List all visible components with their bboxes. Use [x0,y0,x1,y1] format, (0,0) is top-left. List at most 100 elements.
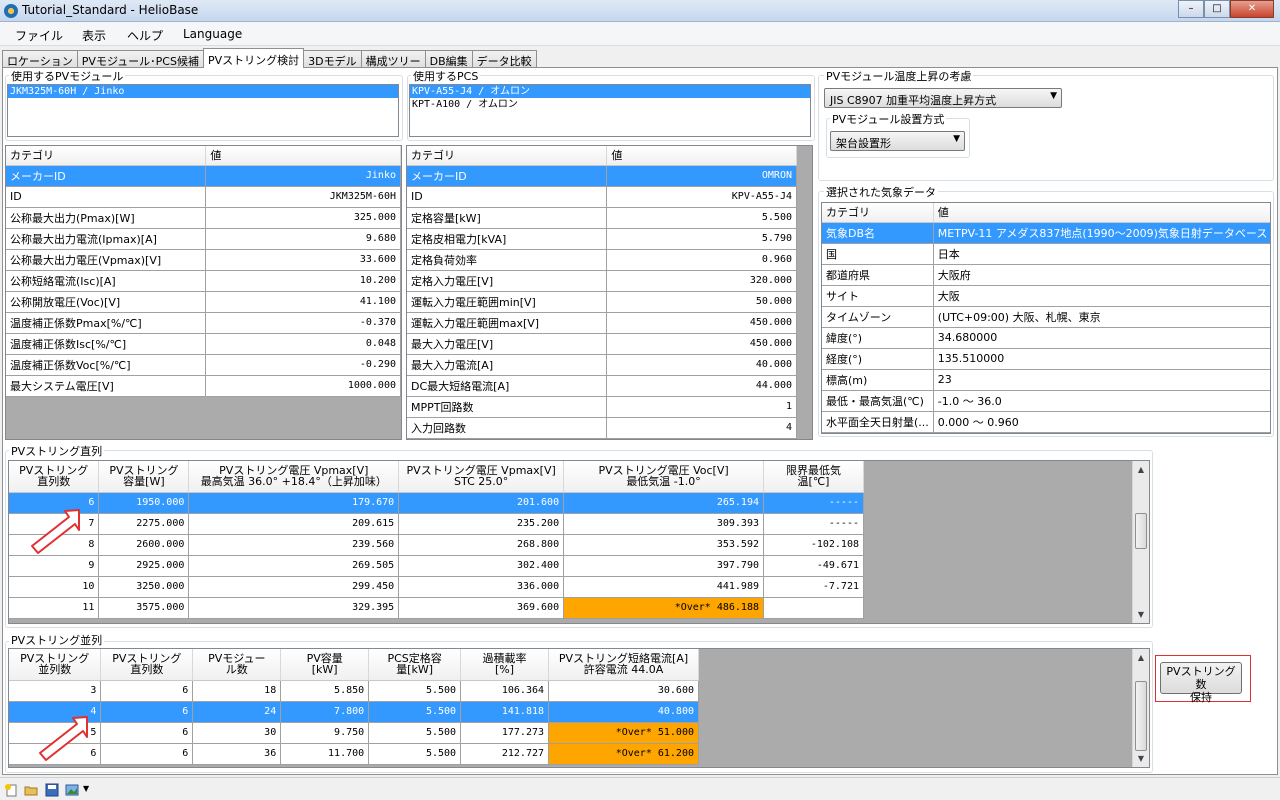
table-row[interactable]: ID KPV-A55-J4 [407,186,797,208]
menu-help[interactable]: ヘルプ [127,27,163,44]
minimize-button[interactable]: – [1178,0,1204,18]
table-row[interactable]: 9 2925.000 269.505 302.400 397.790 -49.671 [9,555,864,577]
column-header-value[interactable]: 値 [933,203,1270,223]
keep-string-count-button[interactable]: PVストリング数 保持 [1160,662,1242,704]
table-row[interactable]: 公称最大出力電圧(Vpmax)[V] 33.600 [6,249,401,271]
table-row[interactable]: 7 2275.000 209.615 235.200 309.393 ----- [9,513,864,535]
column-header[interactable]: PVストリング電圧 Vpmax[V] 最高気温 36.0° +18.4°（上昇加… [188,461,400,493]
table-row[interactable]: 公称短絡電流(Isc)[A] 10.200 [6,270,401,292]
column-header-value[interactable]: 値 [606,146,797,166]
column-header[interactable]: 限界最低気 温[℃] [763,461,864,493]
tab-config-tree[interactable]: 構成ツリー [360,50,426,68]
install-method-select[interactable]: 架台設置形 ▼ [830,131,965,151]
table-row[interactable]: 最大入力電圧[V] 450.000 [407,333,797,355]
column-header[interactable]: PVモジュー ル数 [192,649,282,681]
table-row[interactable]: 5 6 30 9.750 5.500 177.273 *Over* 51.000 [9,722,699,744]
table-row[interactable]: 最大入力電流[A] 40.000 [407,354,797,376]
table-row[interactable]: 緯度(°) 34.680000 [822,327,1270,349]
table-row[interactable]: 定格入力電圧[V] 320.000 [407,270,797,292]
table-row[interactable]: サイト 大阪 [822,285,1270,307]
close-button[interactable]: ✕ [1230,0,1274,18]
table-row[interactable]: ID JKM325M-60H [6,186,401,208]
column-header[interactable]: PVストリング短絡電流[A] 許容電流 44.0A [548,649,699,681]
table-row[interactable]: DC最大短絡電流[A] 44.000 [407,375,797,397]
table-row[interactable]: 11 3575.000 329.395 369.600 *Over* 486.188 [9,597,864,619]
column-header[interactable]: PVストリング電圧 Voc[V] 最低気温 -1.0° [563,461,764,493]
table-row[interactable]: 公称開放電圧(Voc)[V] 41.100 [6,291,401,313]
table-cell: 5.850 [280,680,370,702]
table-row[interactable]: 定格皮相電力[kVA] 5.790 [407,228,797,250]
table-row[interactable]: 経度(°) 135.510000 [822,348,1270,370]
tab-3d-model[interactable]: 3Dモデル [303,50,362,68]
column-header-category[interactable]: カテゴリ [6,146,207,166]
column-header-category[interactable]: カテゴリ [822,203,934,223]
table-row[interactable]: 運転入力電圧範囲max[V] 450.000 [407,312,797,334]
tab-data-compare[interactable]: データ比較 [471,50,537,68]
scrollbar-thumb[interactable] [1135,681,1147,751]
table-row[interactable]: 公称最大出力(Pmax)[W] 325.000 [6,207,401,229]
table-row[interactable]: メーカーID OMRON [407,165,797,187]
chevron-down-icon[interactable]: ▼ [83,784,89,793]
table-row[interactable]: 温度補正係数Voc[%/℃] -0.290 [6,354,401,376]
tab-string-study[interactable]: PVストリング検討 [202,48,305,68]
export-image-icon[interactable] [65,783,79,797]
column-header[interactable]: 過積載率 [%] [460,649,550,681]
tab-location[interactable]: ロケーション [2,50,78,68]
column-header[interactable]: PVストリング 直列数 [100,649,194,681]
table-row[interactable]: 最低・最高気温(℃) -1.0 〜 36.0 [822,390,1270,412]
menu-view[interactable]: 表示 [82,27,106,44]
table-row[interactable]: 運転入力電圧範囲min[V] 50.000 [407,291,797,313]
tab-db-edit[interactable]: DB編集 [424,50,473,68]
table-row[interactable]: 温度補正係数Isc[%/℃] 0.048 [6,333,401,355]
menu-file[interactable]: ファイル [15,27,63,44]
table-row[interactable]: メーカーID Jinko [6,165,401,187]
column-header[interactable]: PVストリング 並列数 [9,649,102,681]
scroll-up-icon[interactable]: ▲ [1134,650,1148,665]
table-row[interactable]: 10 3250.000 299.450 336.000 441.989 -7.721 [9,576,864,598]
maximize-button[interactable]: □ [1204,0,1230,18]
table-row[interactable]: 3 6 18 5.850 5.500 106.364 30.600 [9,680,699,702]
column-header[interactable]: PVストリング 直列数 [9,461,100,493]
open-folder-icon[interactable] [24,783,38,797]
table-row[interactable]: 国日本 [822,243,1270,265]
table-row[interactable]: 気象DB名 METPV-11 アメダス837地点(1990〜2009)気象日射デー… [822,222,1270,244]
scroll-down-icon[interactable]: ▼ [1134,607,1148,622]
table-row[interactable]: 6 6 36 11.700 5.500 212.727 *Over* 61.200 [9,743,699,765]
table-row[interactable]: 8 2600.000 239.560 268.800 353.592 -102.108 [9,534,864,556]
temperature-method-select[interactable]: JIS C8907 加重平均温度上昇方式 ▼ [824,88,1062,108]
pcs-list[interactable]: KPV-A55-J4 / オムロン KPT-A100 / オムロン [409,84,811,137]
table-row[interactable]: 公称最大出力電流(Ipmax)[A] 9.680 [6,228,401,250]
column-header[interactable]: PV容量 [kW] [280,649,370,681]
list-item[interactable]: JKM325M-60H / Jinko [8,85,398,98]
table-row[interactable]: 入力回路数 4 [407,417,797,439]
table-row[interactable]: 温度補正係数Pmax[%/℃] -0.370 [6,312,401,334]
new-file-icon[interactable] [4,783,18,797]
column-header-value[interactable]: 値 [205,146,401,166]
table-row[interactable]: MPPT回路数 1 [407,396,797,418]
table-row[interactable]: 6 1950.000 179.670 201.600 265.194 ----- [9,492,864,514]
table-row[interactable]: 4 6 24 7.800 5.500 141.818 40.800 [9,701,699,723]
parallel-scrollbar[interactable]: ▲ ▼ [1132,649,1149,767]
scroll-down-icon[interactable]: ▼ [1134,751,1148,766]
scrollbar-thumb[interactable] [1135,513,1147,549]
list-item[interactable]: KPT-A100 / オムロン [410,98,810,111]
list-item[interactable]: KPV-A55-J4 / オムロン [410,85,810,98]
table-row[interactable]: 標高(m) 23 [822,369,1270,391]
table-row[interactable]: 都道府県 大阪府 [822,264,1270,286]
series-scrollbar[interactable]: ▲ ▼ [1132,461,1149,623]
pv-module-list[interactable]: JKM325M-60H / Jinko [7,84,399,137]
table-cell: 30.600 [548,680,699,702]
column-header[interactable]: PCS定格容 量[kW] [368,649,462,681]
table-row[interactable]: 定格負荷効率 0.960 [407,249,797,271]
column-header-category[interactable]: カテゴリ [407,146,608,166]
column-header[interactable]: PVストリング 容量[W] [98,461,190,493]
save-icon[interactable] [45,783,59,797]
table-row[interactable]: 定格容量[kW] 5.500 [407,207,797,229]
table-row[interactable]: タイムゾーン (UTC+09:00) 大阪、札幌、東京 [822,306,1270,328]
column-header[interactable]: PVストリング電圧 Vpmax[V] STC 25.0° [398,461,565,493]
menu-language[interactable]: Language [183,27,242,41]
table-row[interactable]: 最大システム電圧[V] 1000.000 [6,375,401,397]
scroll-up-icon[interactable]: ▲ [1134,462,1148,477]
tab-module-pcs-candidates[interactable]: PVモジュール･PCS候補 [76,50,204,68]
table-row[interactable]: 水平面全天日射量(... 0.000 〜 0.960 [822,411,1270,433]
